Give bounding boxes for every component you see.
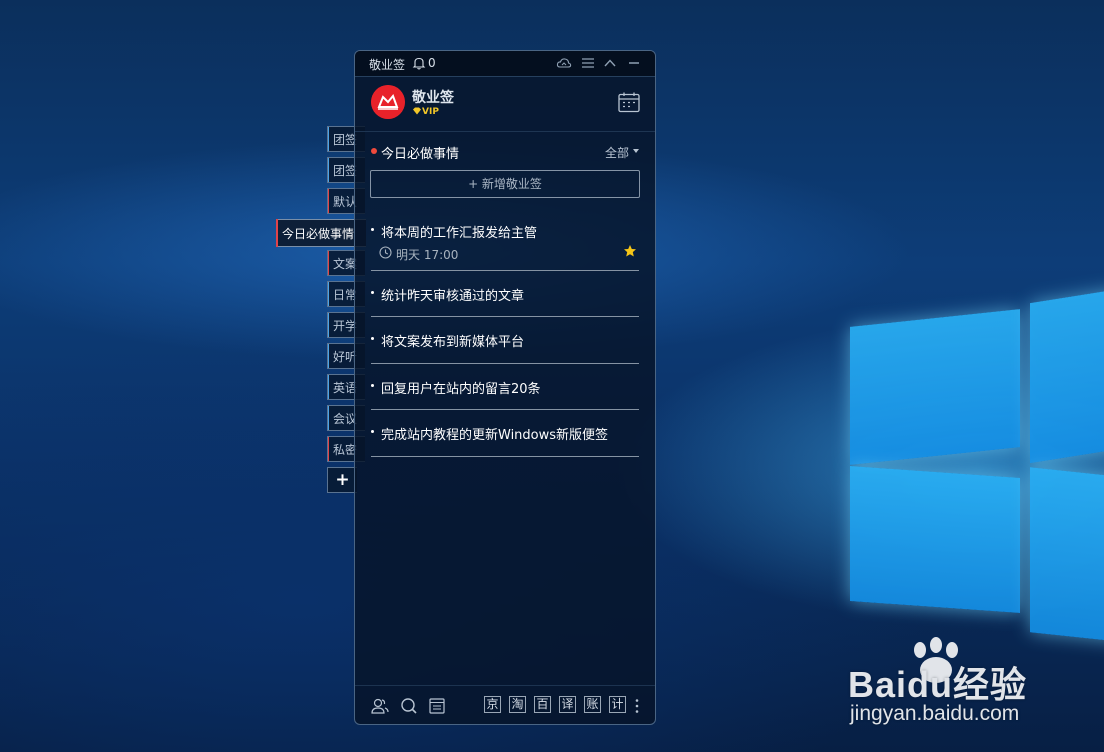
tab-color-bar [328,313,329,337]
watermark: Baidu经验 jingyan.baidu.com [848,636,1094,732]
windows-logo-pane [850,309,1020,465]
avatar[interactable] [371,85,405,119]
windows-logo-pane [1030,288,1104,464]
tab-color-bar [328,375,329,399]
task-item[interactable]: 统计昨天审核通过的文章 [371,282,639,317]
tab-color-bar [328,344,329,368]
bullet-icon [371,384,374,387]
notification-count: 0 [428,56,436,70]
section-status-dot [371,148,377,154]
tab-color-bar [328,437,329,461]
menu-icon[interactable] [580,56,596,70]
add-category-button[interactable]: + [327,467,357,493]
account-name: 敬业签 [412,90,454,106]
watermark-url: jingyan.baidu.com [850,702,1020,725]
tab-color-bar [328,406,329,430]
tab-color-bar [328,282,329,306]
bullet-icon [371,228,374,231]
shortcut-calculator-button[interactable]: 计 [609,696,626,713]
window-title: 敬业签 [369,58,406,72]
shortcut-baidu-button[interactable]: 百 [534,696,551,713]
task-item[interactable]: 将文案发布到新媒体平台 [371,328,639,364]
shortcut-jd-button[interactable]: 京 [484,696,501,713]
windows-logo-pane [850,466,1020,613]
minimize-icon[interactable] [626,56,642,70]
shortcut-account-button[interactable]: 账 [584,696,601,713]
vip-label: VIP [422,107,439,117]
section-title: 今日必做事情 [381,147,460,162]
chevron-up-icon[interactable] [602,56,618,70]
shortcut-translate-button[interactable]: 译 [559,696,576,713]
task-title: 将本周的工作汇报发给主管 [381,226,538,241]
reminder-time: 明天 17:00 [396,248,459,262]
side-tab-active[interactable]: 今日必做事情 [276,219,366,247]
task-title: 统计昨天审核通过的文章 [381,289,525,304]
chevron-down-icon[interactable] [633,149,639,153]
bullet-icon [371,337,374,340]
tab-color-bar [328,251,329,275]
windows-logo-pane [1030,467,1104,642]
task-title: 完成站内教程的更新Windows新版便签 [381,428,609,443]
clock-icon [379,246,392,259]
star-icon[interactable] [623,244,637,258]
bell-icon[interactable] [412,56,426,70]
bullet-icon [371,291,374,294]
vip-badge: VIP [412,107,439,117]
tab-color-bar [328,189,329,213]
search-icon[interactable] [399,696,419,716]
sticky-note-window: 敬业签 0 敬业签 VIP 今日必做事情 全部 + 新增敬业签 将本周的工作汇报… [354,50,656,725]
contacts-icon[interactable] [370,696,390,716]
more-options-icon[interactable] [635,698,639,714]
side-tab-label: 今日必做事情 [282,227,355,241]
title-bar[interactable]: 敬业签 0 [355,51,655,77]
tab-color-bar [276,219,278,247]
shortcut-taobao-button[interactable]: 淘 [509,696,526,713]
tab-color-bar [328,127,329,151]
task-item[interactable]: 完成站内教程的更新Windows新版便签 [371,421,639,457]
task-item[interactable]: 回复用户在站内的留言20条 [371,375,639,410]
header-divider [355,131,655,132]
tab-color-bar [328,158,329,182]
task-item[interactable]: 将本周的工作汇报发给主管 明天 17:00 [371,219,639,271]
cloud-sync-icon[interactable] [556,56,572,70]
task-title: 回复用户在站内的留言20条 [381,382,541,397]
diamond-icon [413,107,421,115]
bullet-icon [371,430,374,433]
add-note-button[interactable]: + 新增敬业签 [370,170,640,198]
task-title: 将文案发布到新媒体平台 [381,335,525,350]
calendar-icon[interactable] [617,91,641,113]
notes-list-icon[interactable] [427,696,447,716]
filter-dropdown[interactable]: 全部 [605,144,629,161]
watermark-brand: Baidu经验 [848,664,1028,705]
bottom-toolbar: 京 淘 百 译 账 计 [355,685,655,724]
